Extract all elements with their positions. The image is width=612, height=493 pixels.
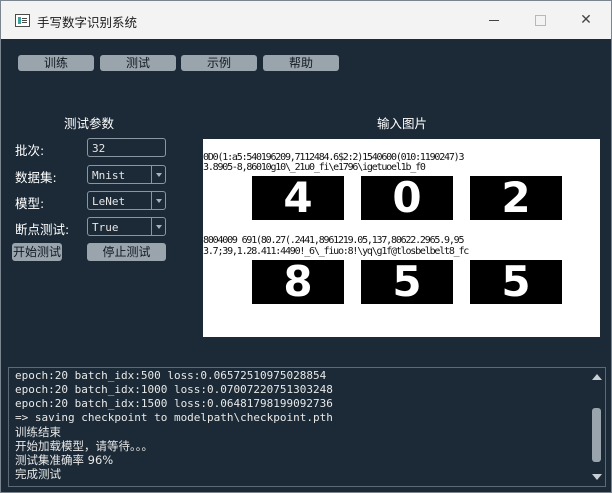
model-value: LeNet [92,195,126,208]
maximize-button[interactable] [517,1,563,39]
model-label: 模型: [15,196,45,211]
menu-test-button[interactable]: 测试 [100,55,176,71]
log-line: epoch:20 batch_idx:1500 loss:0.064817981… [15,397,333,410]
log-output[interactable]: epoch:20 batch_idx:500 loss:0.0657251097… [8,367,606,487]
model-select[interactable]: LeNet [87,191,166,210]
log-line: => saving checkpoint to modelpath\checkp… [15,411,333,424]
chevron-down-icon[interactable] [151,166,165,183]
app-window: 手写数字识别系统 ✕ 训练 测试 示例 帮助 测试参数 批次: 32 数据集: … [0,0,612,493]
menu-help-button[interactable]: 帮助 [263,55,339,71]
scroll-down-icon[interactable] [592,474,602,480]
batch-label: 批次: [15,143,45,158]
digit-image: 5 [470,260,562,304]
dataset-label: 数据集: [15,170,57,185]
log-line: epoch:20 batch_idx:500 loss:0.0657251097… [15,369,327,382]
stop-test-button[interactable]: 停止测试 [87,243,166,261]
scroll-up-icon[interactable] [592,374,602,380]
dataset-select[interactable]: Mnist [87,165,166,184]
image-caption-overlay: 8004009 691(80.27(.2441,8961219.05,137,8… [203,235,465,246]
batch-input[interactable]: 32 [87,138,166,157]
title-bar: 手写数字识别系统 ✕ [1,1,611,39]
scrollbar-thumb[interactable] [592,408,601,462]
minimize-icon [489,19,499,21]
app-icon [15,14,30,27]
dataset-value: Mnist [92,169,126,182]
digit-image: 8 [252,260,344,304]
checkpoint-value: True [92,221,119,234]
test-params-heading: 测试参数 [64,116,115,131]
menu-train-button[interactable]: 训练 [18,55,94,71]
checkpoint-label: 断点测试: [15,222,70,237]
image-caption-overlay: 3.8905-8,86010g10\_21u0_fi\e1796\igetuoe… [203,162,426,173]
maximize-icon [534,14,546,26]
digit-image: 5 [361,260,453,304]
input-image-preview: 0D0(1:a5:540196209,7112484.6$2:2)1540600… [203,139,600,337]
image-caption-overlay: 3.7;39,1.28.411:4490!_6\_fiuo:8!\yq\g1f@… [203,246,469,257]
minimize-button[interactable] [471,1,517,39]
menu-example-button[interactable]: 示例 [181,55,257,71]
close-button[interactable]: ✕ [563,1,609,39]
input-image-heading: 输入图片 [377,116,428,131]
digit-image: 0 [361,176,453,220]
chevron-down-icon[interactable] [151,218,165,235]
vertical-scrollbar[interactable] [590,370,603,484]
window-title: 手写数字识别系统 [37,15,138,30]
chevron-down-icon[interactable] [151,192,165,209]
digit-image: 4 [252,176,344,220]
log-line: epoch:20 batch_idx:1000 loss:0.070072207… [15,383,333,396]
log-line: 完成测试 [15,467,61,481]
checkpoint-select[interactable]: True [87,217,166,236]
start-test-button[interactable]: 开始测试 [12,243,62,261]
digit-image: 2 [470,176,562,220]
